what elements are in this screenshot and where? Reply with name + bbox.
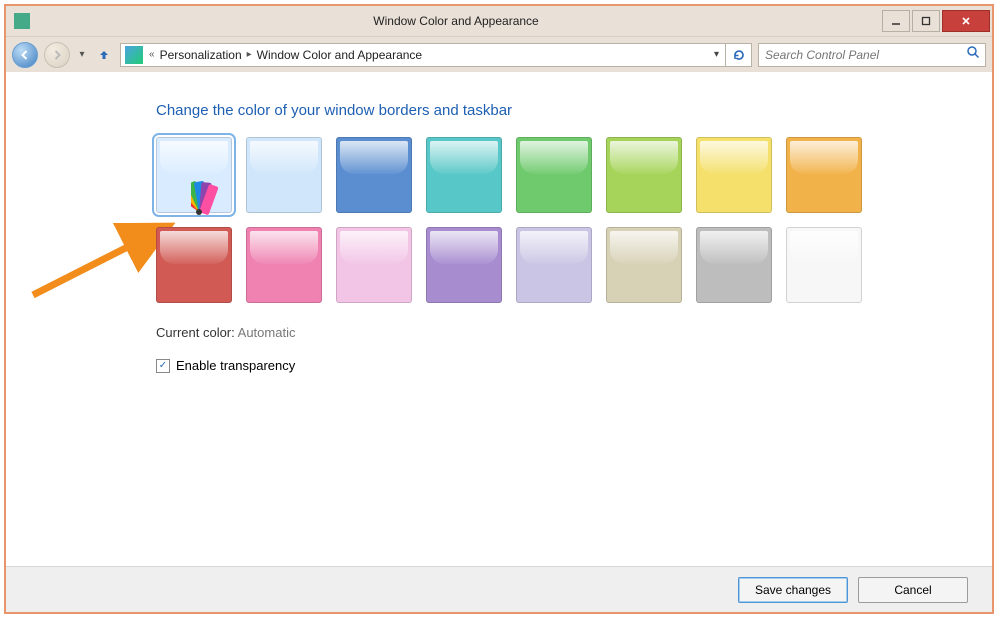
search-icon[interactable] <box>961 45 985 64</box>
current-color-value: Automatic <box>238 325 296 340</box>
color-swatch-lavender[interactable] <box>516 227 592 303</box>
color-swatch-white[interactable] <box>786 227 862 303</box>
navbar: ▾ « Personalization ▸ Window Color and A… <box>6 36 992 72</box>
breadcrumb-root-chevron[interactable]: « <box>147 49 157 60</box>
up-button[interactable] <box>94 45 114 65</box>
history-dropdown[interactable]: ▾ <box>76 49 88 60</box>
refresh-icon <box>732 48 746 62</box>
window-title: Window Color and Appearance <box>30 14 882 28</box>
color-swatch-yellow[interactable] <box>696 137 772 213</box>
color-swatch-lime[interactable] <box>606 137 682 213</box>
color-swatch-blue[interactable] <box>336 137 412 213</box>
close-icon <box>961 16 971 26</box>
color-swatch-grid <box>156 137 876 303</box>
titlebar: Window Color and Appearance <box>6 6 992 36</box>
arrow-left-icon <box>19 49 31 61</box>
page-heading: Change the color of your window borders … <box>156 102 992 119</box>
color-swatch-automatic[interactable] <box>156 137 232 213</box>
color-swatch-teal[interactable] <box>426 137 502 213</box>
content: Change the color of your window borders … <box>6 72 992 538</box>
minimize-icon <box>891 16 901 26</box>
address-bar[interactable]: « Personalization ▸ Window Color and App… <box>120 43 752 67</box>
current-color-row: Current color: Automatic <box>156 325 992 340</box>
breadcrumb-item[interactable]: Window Color and Appearance <box>254 48 425 62</box>
color-swatch-violet[interactable] <box>426 227 502 303</box>
refresh-button[interactable] <box>725 43 751 67</box>
current-color-label: Current color: <box>156 325 235 340</box>
window: Window Color and Appearance ▾ « <box>4 4 994 614</box>
save-button[interactable]: Save changes <box>738 577 848 603</box>
window-controls <box>882 10 992 32</box>
chevron-right-icon: ▸ <box>245 49 254 60</box>
location-icon <box>125 46 143 64</box>
forward-button[interactable] <box>44 42 70 68</box>
color-swatch-magenta[interactable] <box>246 227 322 303</box>
maximize-icon <box>921 16 931 26</box>
color-swatch-sky[interactable] <box>246 137 322 213</box>
transparency-row[interactable]: ✓ Enable transparency <box>156 358 992 373</box>
minimize-button[interactable] <box>882 10 910 32</box>
cancel-button[interactable]: Cancel <box>858 577 968 603</box>
transparency-label: Enable transparency <box>176 358 295 373</box>
color-swatch-taupe[interactable] <box>606 227 682 303</box>
close-button[interactable] <box>942 10 990 32</box>
color-swatch-gray[interactable] <box>696 227 772 303</box>
color-swatch-orange[interactable] <box>786 137 862 213</box>
address-dropdown[interactable]: ▾ <box>708 49 725 60</box>
color-swatch-red[interactable] <box>156 227 232 303</box>
maximize-button[interactable] <box>912 10 940 32</box>
color-swatch-green[interactable] <box>516 137 592 213</box>
color-picker-icon <box>191 178 243 218</box>
arrow-up-icon <box>97 48 111 62</box>
search-input[interactable] <box>759 48 961 62</box>
color-swatch-pink[interactable] <box>336 227 412 303</box>
search-box[interactable] <box>758 43 986 67</box>
back-button[interactable] <box>12 42 38 68</box>
footer: Save changes Cancel <box>6 566 992 612</box>
transparency-checkbox[interactable]: ✓ <box>156 359 170 373</box>
app-icon <box>14 13 30 29</box>
arrow-right-icon <box>51 49 63 61</box>
breadcrumb-item[interactable]: Personalization <box>157 48 245 62</box>
